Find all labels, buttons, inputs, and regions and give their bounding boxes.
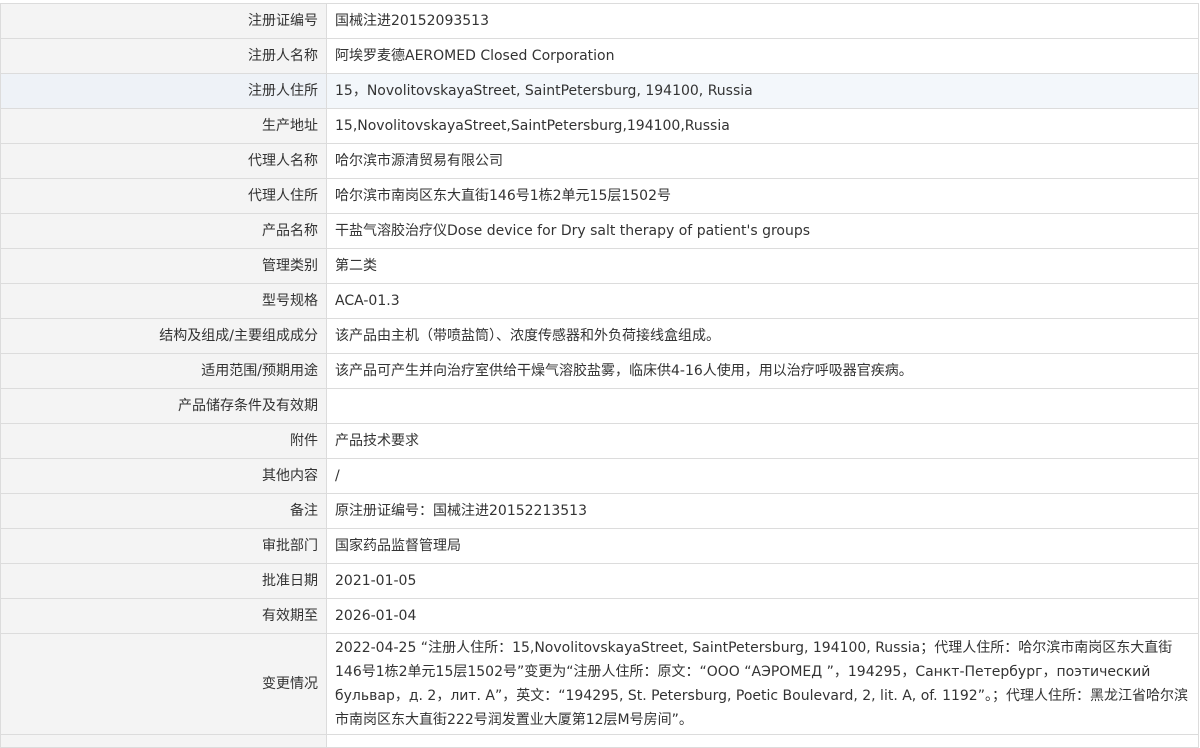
row-value: 干盐气溶胶治疗仪Dose device for Dry salt therapy… <box>326 213 1199 249</box>
row-approval-department: 审批部门 国家药品监督管理局 <box>0 528 1199 564</box>
row-label: 代理人住所 <box>0 178 327 214</box>
row-label: 管理类别 <box>0 248 327 284</box>
row-production-address: 生产地址 15,NovolitovskayaStreet,SaintPeters… <box>0 108 1199 144</box>
row-valid-until: 有效期至 2026-01-04 <box>0 598 1199 634</box>
row-label: 产品名称 <box>0 213 327 249</box>
row-label: 变更情况 <box>0 633 327 735</box>
row-value: 2026-01-04 <box>326 598 1199 634</box>
row-label: 代理人名称 <box>0 143 327 179</box>
row-approval-date: 批准日期 2021-01-05 <box>0 563 1199 599</box>
row-label: 注册人名称 <box>0 38 327 74</box>
row-registration-number: 注册证编号 国械注进20152093513 <box>0 3 1199 39</box>
row-structure-composition: 结构及组成/主要组成成分 该产品由主机（带喷盐筒）、浓度传感器和外负荷接线盒组成… <box>0 318 1199 354</box>
row-registrant-address: 注册人住所 15，NovolitovskayaStreet, SaintPete… <box>0 73 1199 109</box>
row-registrant-name: 注册人名称 阿埃罗麦德AEROMED Closed Corporation <box>0 38 1199 74</box>
row-label: 批准日期 <box>0 563 327 599</box>
row-value: 2022-04-25 “注册人住所：15,NovolitovskayaStree… <box>326 633 1199 735</box>
row-label: 附件 <box>0 423 327 459</box>
row-value: 哈尔滨市源清贸易有限公司 <box>326 143 1199 179</box>
row-label: 注册证编号 <box>0 3 327 39</box>
row-value: 15，NovolitovskayaStreet, SaintPetersburg… <box>326 73 1199 109</box>
row-agent-address: 代理人住所 哈尔滨市南岗区东大直街146号1栋2单元15层1502号 <box>0 178 1199 214</box>
row-management-category: 管理类别 第二类 <box>0 248 1199 284</box>
row-value: ACA-01.3 <box>326 283 1199 319</box>
row-label: 产品储存条件及有效期 <box>0 388 327 424</box>
row-value: 阿埃罗麦德AEROMED Closed Corporation <box>326 38 1199 74</box>
row-attachment: 附件 产品技术要求 <box>0 423 1199 459</box>
row-remarks: 备注 原注册证编号：国械注进20152213513 <box>0 493 1199 529</box>
row-value: 2021-01-05 <box>326 563 1199 599</box>
row-label: 备注 <box>0 493 327 529</box>
row-model-spec: 型号规格 ACA-01.3 <box>0 283 1199 319</box>
row-label: 生产地址 <box>0 108 327 144</box>
row-label: 注册人住所 <box>0 73 327 109</box>
row-other-content: 其他内容 / <box>0 458 1199 494</box>
row-label: 结构及组成/主要组成成分 <box>0 318 327 354</box>
row-value: 该产品由主机（带喷盐筒）、浓度传感器和外负荷接线盒组成。 <box>326 318 1199 354</box>
row-label: 审批部门 <box>0 528 327 564</box>
registration-info-table: 注册证编号 国械注进20152093513 注册人名称 阿埃罗麦德AEROMED… <box>0 3 1199 748</box>
row-value: 第二类 <box>326 248 1199 284</box>
row-value: 15,NovolitovskayaStreet,SaintPetersburg,… <box>326 108 1199 144</box>
row-intended-use: 适用范围/预期用途 该产品可产生并向治疗室供给干燥气溶胶盐雾，临床供4-16人使… <box>0 353 1199 389</box>
row-storage-validity: 产品储存条件及有效期 <box>0 388 1199 424</box>
row-label: 型号规格 <box>0 283 327 319</box>
row-agent-name: 代理人名称 哈尔滨市源清贸易有限公司 <box>0 143 1199 179</box>
row-value: 产品技术要求 <box>326 423 1199 459</box>
row-value: / <box>326 458 1199 494</box>
row-value <box>326 388 1199 424</box>
row-value: 原注册证编号：国械注进20152213513 <box>326 493 1199 529</box>
row-label <box>0 734 327 748</box>
row-value: 该产品可产生并向治疗室供给干燥气溶胶盐雾，临床供4-16人使用，用以治疗呼吸器官… <box>326 353 1199 389</box>
row-product-name: 产品名称 干盐气溶胶治疗仪Dose device for Dry salt th… <box>0 213 1199 249</box>
row-value <box>326 734 1199 748</box>
row-value: 哈尔滨市南岗区东大直街146号1栋2单元15层1502号 <box>326 178 1199 214</box>
row-value: 国械注进20152093513 <box>326 3 1199 39</box>
row-change-history: 变更情况 2022-04-25 “注册人住所：15,Novolitovskaya… <box>0 633 1199 735</box>
row-label: 有效期至 <box>0 598 327 634</box>
row-value: 国家药品监督管理局 <box>326 528 1199 564</box>
row-label: 适用范围/预期用途 <box>0 353 327 389</box>
row-partial <box>0 734 1199 748</box>
row-label: 其他内容 <box>0 458 327 494</box>
